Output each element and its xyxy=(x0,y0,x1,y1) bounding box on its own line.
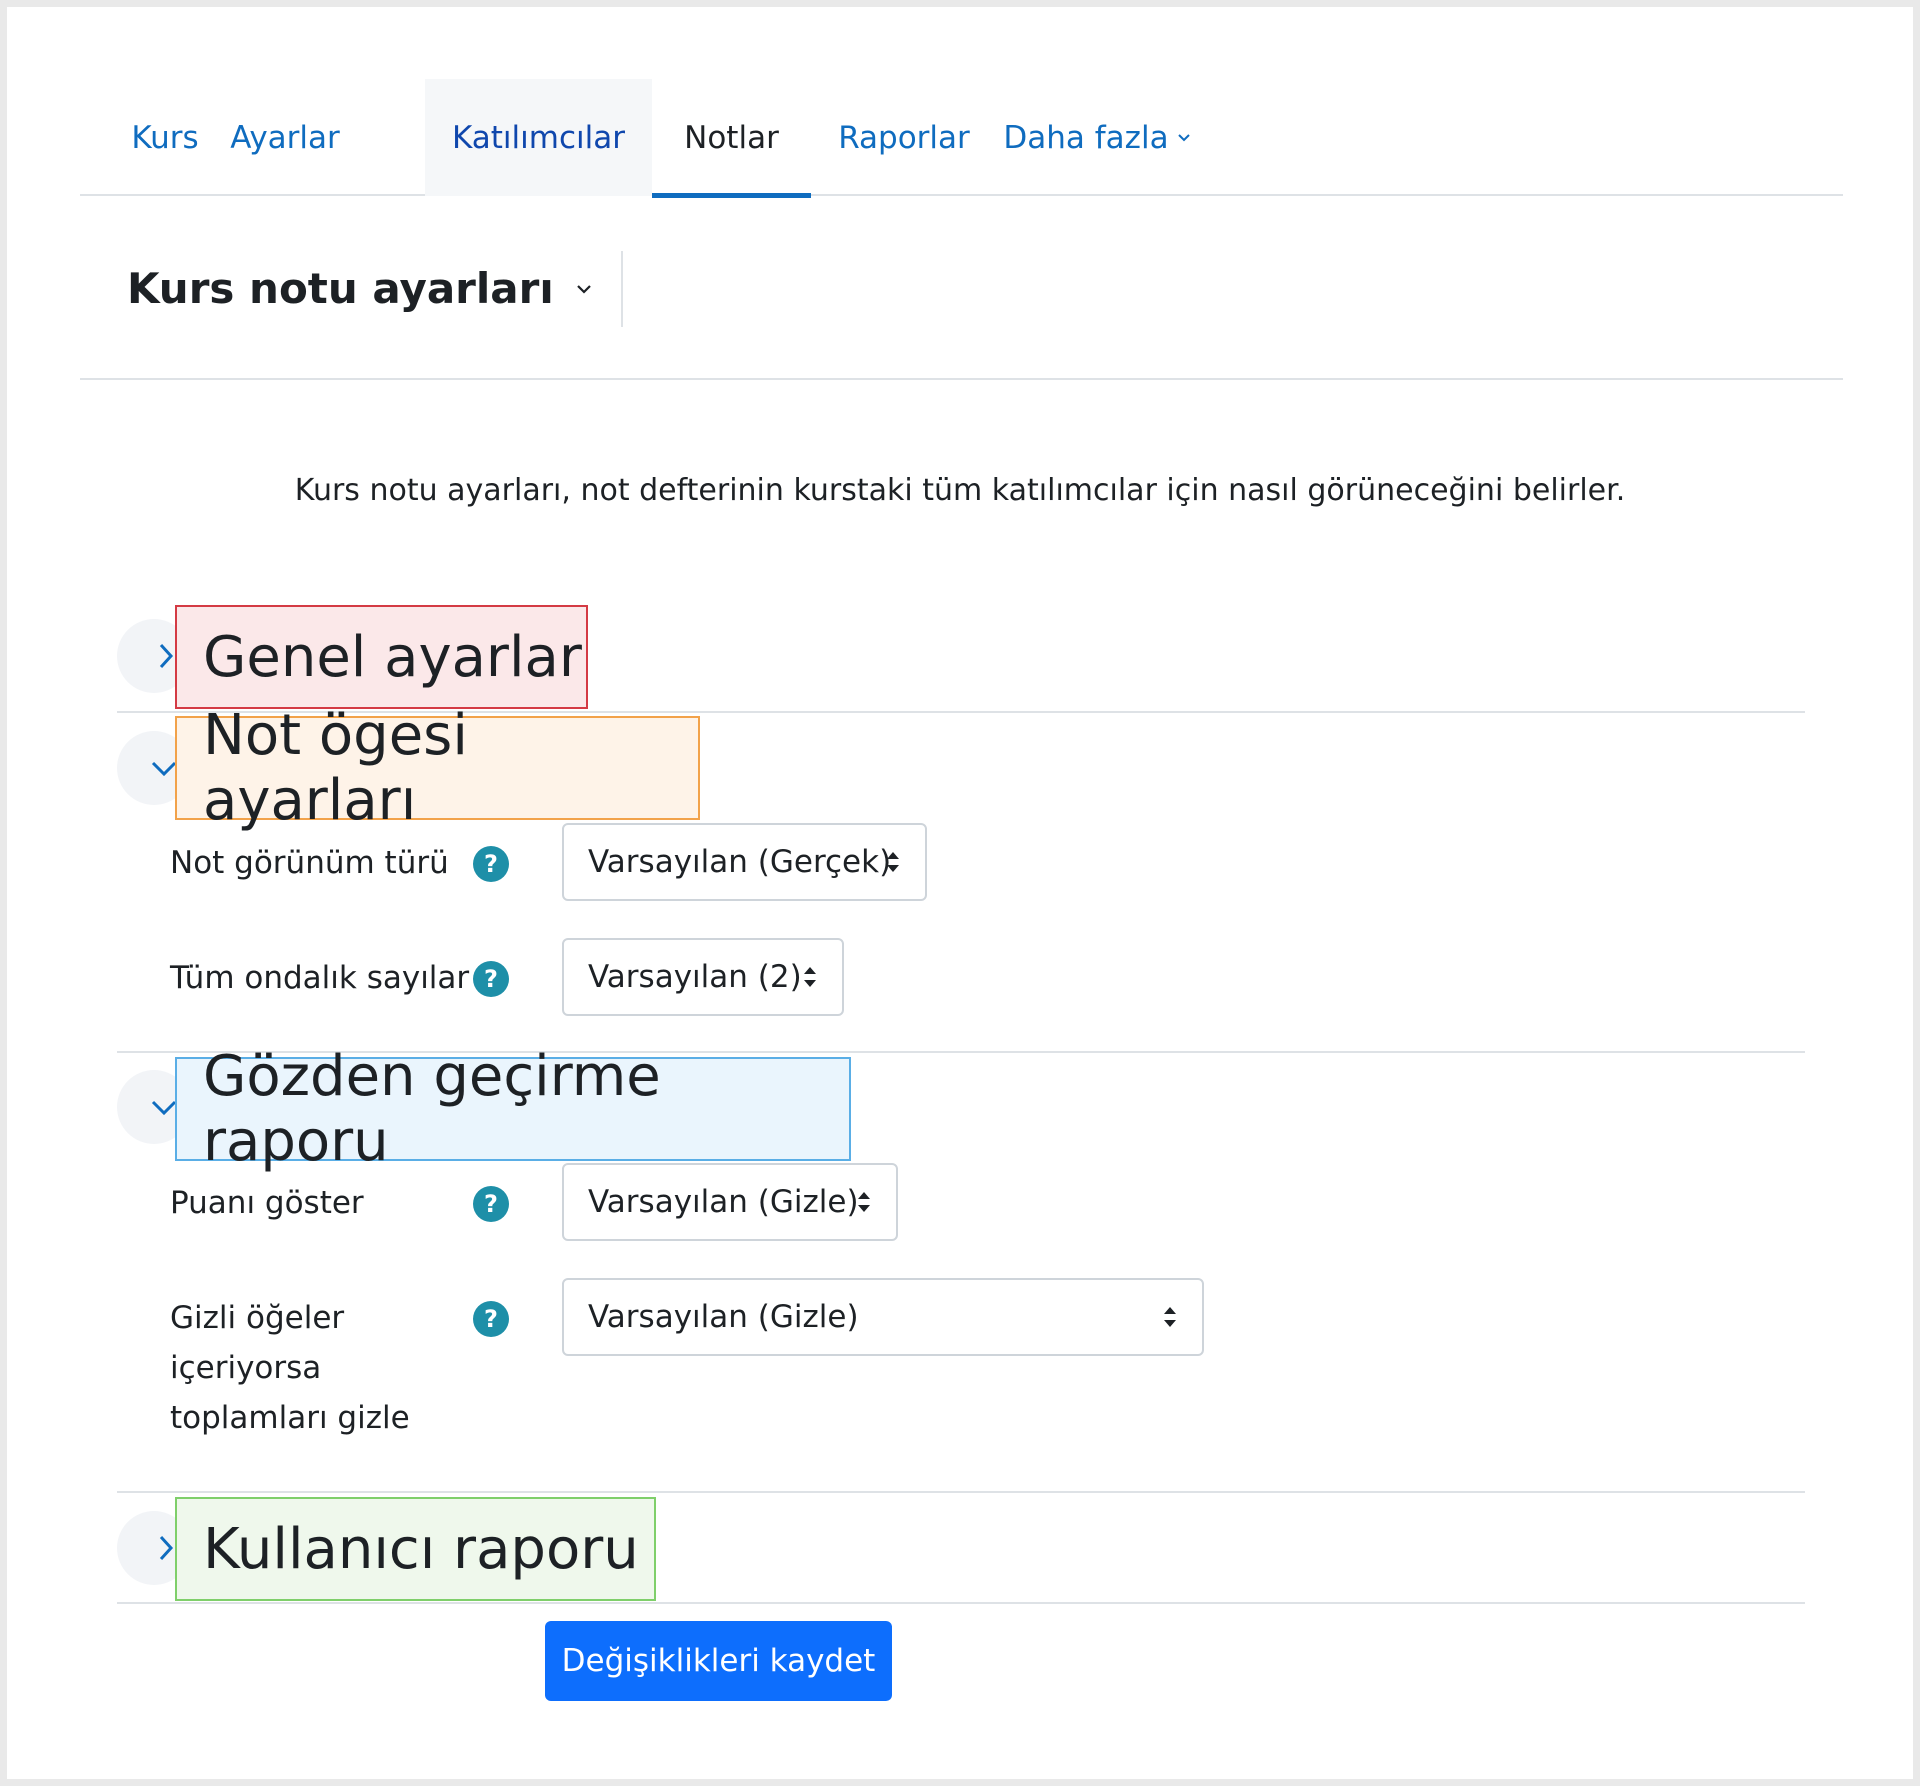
select-value: Varsayılan (Gizle) xyxy=(588,1184,859,1220)
field-label-grade-display-type: Not görünüm türü xyxy=(170,845,449,881)
chevron-down-icon xyxy=(1177,133,1190,141)
select-grade-display-type[interactable]: Varsayılan (Gerçek) xyxy=(562,823,927,901)
sort-arrows-icon xyxy=(858,1192,870,1212)
section-title-general[interactable]: Genel ayarlar xyxy=(175,605,588,709)
nav-item-daha-fazla[interactable]: Daha fazla xyxy=(997,79,1197,196)
page-header: Kurs notu ayarları xyxy=(80,196,1843,380)
chevron-down-icon xyxy=(151,1100,177,1116)
help-icon[interactable]: ? xyxy=(473,961,509,997)
field-label-hide-totals: Gizli öğeler içeriyorsa toplamları gizle xyxy=(170,1300,410,1436)
select-hide-totals[interactable]: Varsayılan (Gizle) xyxy=(562,1278,1204,1356)
sort-arrows-icon xyxy=(1164,1307,1176,1327)
help-icon[interactable]: ? xyxy=(473,1301,509,1337)
select-show-grade[interactable]: Varsayılan (Gizle) xyxy=(562,1163,898,1241)
chevron-down-icon xyxy=(151,761,177,777)
header-divider xyxy=(621,251,623,327)
select-value: Varsayılan (Gizle) xyxy=(588,1299,859,1335)
help-icon[interactable]: ? xyxy=(473,846,509,882)
section-title-user-report[interactable]: Kullanıcı raporu xyxy=(175,1497,656,1601)
section-divider xyxy=(117,1491,1805,1493)
nav-item-ayarlar[interactable]: Ayarlar xyxy=(230,79,340,196)
field-label-decimal-points: Tüm ondalık sayılar xyxy=(170,960,470,996)
save-changes-button[interactable]: Değişiklikleri kaydet xyxy=(545,1621,892,1701)
chevron-down-icon xyxy=(576,284,591,294)
field-label-show-grade: Puanı göster xyxy=(170,1185,364,1221)
select-value: Varsayılan (Gerçek) xyxy=(588,844,892,880)
select-decimal-points[interactable]: Varsayılan (2) xyxy=(562,938,844,1016)
secondary-navigation: Kurs Ayarlar Katılımcılar Notlar Raporla… xyxy=(80,79,1843,198)
page-title-dropdown[interactable]: Kurs notu ayarları xyxy=(127,264,594,313)
help-icon[interactable]: ? xyxy=(473,1186,509,1222)
intro-text: Kurs notu ayarları, not defterinin kurst… xyxy=(294,473,1626,508)
sort-arrows-icon xyxy=(887,852,899,872)
select-value: Varsayılan (2) xyxy=(588,959,802,995)
nav-item-raporlar[interactable]: Raporlar xyxy=(838,79,970,196)
section-divider xyxy=(117,1602,1805,1604)
sort-arrows-icon xyxy=(804,967,816,987)
page-title: Kurs notu ayarları xyxy=(127,264,554,313)
page-frame: Kurs Ayarlar Katılımcılar Notlar Raporla… xyxy=(7,7,1913,1779)
section-title-grade-item[interactable]: Not ögesi ayarları xyxy=(175,703,700,833)
nav-item-kurs[interactable]: Kurs xyxy=(127,79,203,196)
section-title-overview[interactable]: Gözden geçirme raporu xyxy=(175,1044,851,1174)
nav-item-notlar[interactable]: Notlar xyxy=(652,79,811,198)
nav-item-daha-fazla-label: Daha fazla xyxy=(1003,119,1169,156)
nav-item-katilimcilar[interactable]: Katılımcılar xyxy=(425,79,652,196)
